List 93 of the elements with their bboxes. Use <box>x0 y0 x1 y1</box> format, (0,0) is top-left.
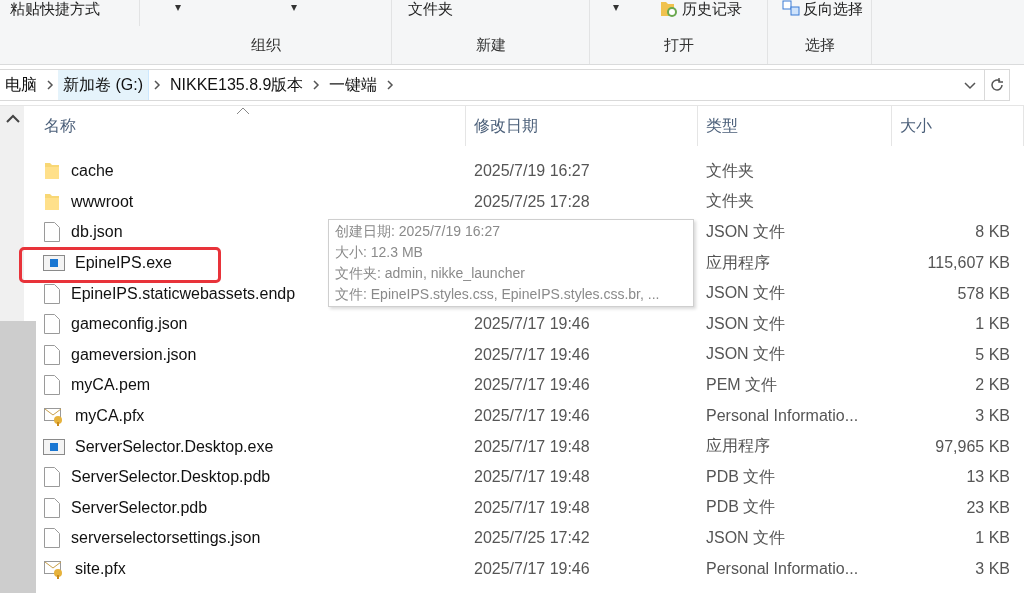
document-icon <box>43 282 61 305</box>
dropdown-arrow[interactable]: ▾ <box>613 0 620 14</box>
table-cell-text: 2025/7/19 16:27 <box>473 162 590 181</box>
sort-up-icon[interactable] <box>236 107 250 115</box>
document-icon <box>43 221 61 244</box>
table-cell-text: 578 KB <box>956 284 1011 303</box>
document-icon <box>43 527 61 550</box>
table-cell-text: 97,965 KB <box>934 437 1011 456</box>
table-cell-text: 3 KB <box>974 407 1011 426</box>
table-cell-text: JSON 文件 <box>705 344 786 365</box>
table-cell-text: 115,607 KB <box>926 254 1011 273</box>
tooltip-text: 文件: EpineIPS.styles.css, EpineIPS.styles.css.br, ... <box>335 285 660 304</box>
breadcrumb-item[interactable]: 电脑 <box>0 70 42 100</box>
scroll-up-icon[interactable] <box>6 114 20 124</box>
table-cell-text: 文件夹 <box>705 160 754 181</box>
table-cell-text: 2 KB <box>974 376 1011 395</box>
table-cell-text: PDB 文件 <box>705 497 776 518</box>
table-cell-text: JSON 文件 <box>705 313 786 334</box>
folder-icon <box>43 191 61 212</box>
table-cell-text: 1 KB <box>974 529 1011 548</box>
table-cell-text: 2025/7/17 19:46 <box>473 376 590 395</box>
file-name[interactable]: cache <box>69 161 116 182</box>
certificate-icon <box>43 405 65 428</box>
table-cell-text: JSON 文件 <box>705 283 786 304</box>
table-cell-text: Personal Informatio... <box>705 407 859 426</box>
table-cell-text: 2025/7/17 19:48 <box>473 468 590 487</box>
breadcrumb-item[interactable]: 一键端 <box>324 70 383 100</box>
table-cell-text: 应用程序 <box>705 436 770 457</box>
certificate-icon <box>43 558 65 580</box>
document-icon <box>43 313 61 336</box>
table-cell-text: PEM 文件 <box>705 374 778 395</box>
ribbon-label[interactable]: 粘贴快捷方式 <box>10 0 100 18</box>
refresh-button[interactable] <box>985 69 1010 101</box>
breadcrumb-item[interactable]: NIKKE135.8.9版本 <box>165 70 309 100</box>
file-name[interactable]: serverselectorsettings.json <box>69 528 263 549</box>
table-cell-text: 2025/7/25 17:42 <box>473 529 590 548</box>
application-icon <box>43 438 65 455</box>
history-button[interactable]: 历史记录 <box>682 0 742 18</box>
table-cell-text: 3 KB <box>974 560 1011 578</box>
application-icon <box>43 255 65 272</box>
refresh-icon <box>989 77 1005 93</box>
column-header[interactable]: 大小 <box>892 106 1024 146</box>
table-cell-text: 8 KB <box>974 223 1011 242</box>
document-icon <box>43 343 61 366</box>
table-cell-text: 2025/7/17 19:48 <box>473 437 590 456</box>
table-cell-text: 13 KB <box>965 468 1011 487</box>
table-cell-text: 1 KB <box>974 315 1011 334</box>
table-cell-text: 2025/7/17 19:46 <box>473 407 590 426</box>
table-cell-text: 2025/7/17 19:46 <box>473 345 590 364</box>
dropdown-arrow[interactable]: ▾ <box>291 0 298 14</box>
table-cell-text: 应用程序 <box>705 252 770 273</box>
column-header[interactable]: 名称 <box>36 106 466 146</box>
file-name[interactable]: wwwroot <box>69 191 136 212</box>
table-cell-text: 2025/7/25 17:28 <box>473 192 590 211</box>
group-label: 选择 <box>804 35 835 55</box>
column-header[interactable]: 类型 <box>698 106 892 146</box>
table-cell-text: 5 KB <box>974 345 1011 364</box>
document-icon <box>43 466 61 489</box>
folder-icon <box>43 161 61 182</box>
document-icon <box>43 496 61 519</box>
table-cell-text: JSON 文件 <box>705 222 786 242</box>
file-name[interactable]: myCA.pem <box>69 375 153 396</box>
file-name[interactable]: gameconfig.json <box>69 314 190 335</box>
table-cell-text: PDB 文件 <box>705 466 776 487</box>
tooltip-text: 文件夹: admin, nikke_launcher <box>335 264 525 283</box>
table-cell-text: JSON 文件 <box>705 527 786 548</box>
group-label: 新建 <box>475 35 506 55</box>
table-cell-text: 2025/7/17 19:46 <box>473 560 590 578</box>
file-name[interactable]: ServerSelector.Desktop.exe <box>73 436 276 457</box>
tooltip-text: 大小: 12.3 MB <box>335 243 423 262</box>
file-name[interactable]: gameversion.json <box>69 344 199 365</box>
table-cell-text: 23 KB <box>965 498 1011 517</box>
scrollbar-thumb[interactable] <box>0 321 36 593</box>
tooltip-text: 创建日期: 2025/7/19 16:27 <box>335 222 500 241</box>
table-cell-text: Personal Informatio... <box>705 560 859 578</box>
document-icon <box>43 374 61 397</box>
table-cell-text: 2025/7/17 19:46 <box>473 315 590 334</box>
file-name[interactable]: db.json <box>69 222 125 243</box>
file-name[interactable]: ServerSelector.pdb <box>69 497 210 518</box>
file-name[interactable]: site.pfx <box>73 559 128 579</box>
group-label: 组织 <box>250 35 281 55</box>
ribbon-label[interactable]: 文件夹 <box>408 0 453 18</box>
dropdown-arrow[interactable]: ▾ <box>175 0 182 14</box>
file-name[interactable]: myCA.pfx <box>73 406 147 427</box>
breadcrumb-item[interactable]: 新加卷 (G:) <box>58 70 149 100</box>
table-cell-text: 文件夹 <box>705 191 754 212</box>
invert-selection-button[interactable]: 反向选择 <box>803 0 863 18</box>
file-name[interactable]: ServerSelector.Desktop.pdb <box>69 467 273 488</box>
group-label: 打开 <box>663 35 694 55</box>
column-header[interactable]: 修改日期 <box>466 106 698 146</box>
file-name[interactable]: EpineIPS.staticwebassets.endp <box>69 283 298 304</box>
file-name[interactable]: EpineIPS.exe <box>73 253 174 274</box>
table-cell-text: 2025/7/17 19:48 <box>473 498 590 517</box>
